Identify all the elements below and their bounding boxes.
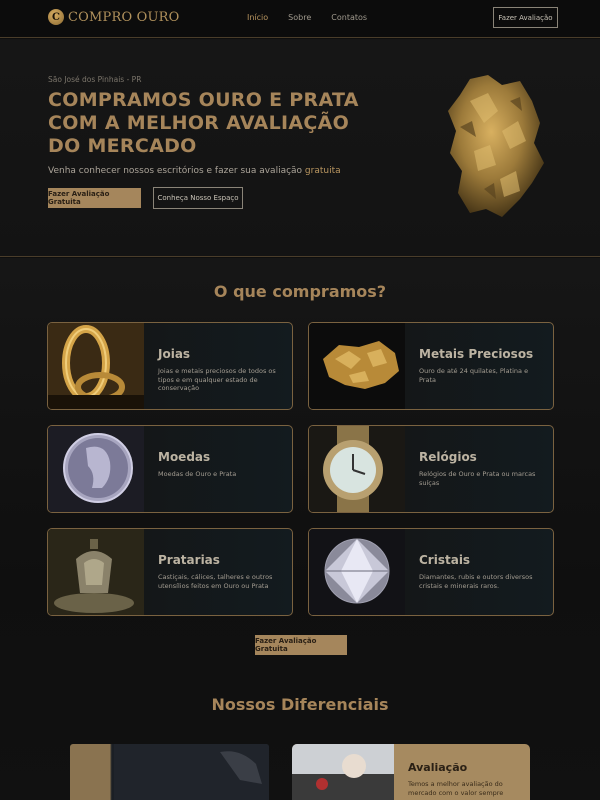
hero-subtitle-text: Venha conhecer nossos escritórios e faze…	[48, 166, 305, 176]
differentials-title: Nossos Diferenciais	[211, 695, 389, 714]
handshake-icon	[114, 744, 269, 800]
hero-location: São José dos Pinhais - PR	[48, 75, 142, 84]
hero-title-line: COM A MELHOR AVALIAÇÃO	[48, 112, 350, 134]
card-moedas[interactable]: Moedas Moedas de Ouro e Prata	[47, 425, 293, 513]
card-title: Moedas	[158, 450, 211, 464]
card-metais-preciosos[interactable]: Metais Preciosos Ouro de até 24 quilates…	[308, 322, 554, 410]
nav-link-inicio[interactable]: Início	[247, 13, 268, 22]
silver-coin-icon	[48, 426, 144, 512]
jeweler-evaluation-icon	[292, 744, 394, 800]
differential-card-left	[70, 744, 269, 800]
card-title: Relógios	[419, 450, 477, 464]
nav-link-sobre[interactable]: Sobre	[288, 13, 311, 22]
card-cristais[interactable]: Cristais Diamantes, rubis e outors diver…	[308, 528, 554, 616]
what-we-buy-title: O que compramos?	[213, 282, 387, 301]
hero-title-line: DO MERCADO	[48, 135, 197, 157]
hero-subtitle-highlight: gratuita	[304, 166, 341, 176]
card-description: Moedas de Ouro e Prata	[158, 470, 237, 478]
diamond-icon	[309, 529, 405, 615]
hero-title-line: COMPRAMOS OURO E PRATA	[48, 89, 359, 111]
nav-link-contatos[interactable]: Contatos	[331, 13, 367, 22]
card-title: Metais Preciosos	[419, 347, 534, 361]
card-pratarias[interactable]: Pratarias Castiçais, cálices, talheres e…	[47, 528, 293, 616]
differential-card-title: Avaliação	[408, 761, 468, 774]
card-description: Joias e metais preciosos de todos os tip…	[158, 367, 276, 392]
hero-title: COMPRAMOS OURO E PRATA COM A MELHOR AVAL…	[48, 89, 368, 158]
card-relogios[interactable]: Relógios Relógios de Ouro e Prata ou mar…	[308, 425, 554, 513]
card-joias[interactable]: Joias Joias e metais preciosos de todos …	[47, 322, 293, 410]
logo[interactable]: C COMPRO OURO	[48, 9, 180, 25]
card-description: Relógios de Ouro e Prata ou marcas suíça…	[419, 470, 536, 487]
hero-free-evaluation-button[interactable]: Fazer Avaliação Gratuita	[48, 188, 141, 208]
card-description: Castiçais, cálices, talheres e outros ut…	[158, 573, 273, 590]
nav-evaluation-button[interactable]: Fazer Avaliação	[493, 7, 558, 28]
nav-links: Início Sobre Contatos	[247, 13, 367, 22]
section-free-evaluation-button[interactable]: Fazer Avaliação Gratuita	[255, 635, 347, 655]
differential-card-description: Temos a melhor avaliação do mercado com …	[408, 780, 504, 797]
card-title: Pratarias	[158, 553, 220, 567]
silverware-icon	[48, 529, 144, 615]
navbar: C COMPRO OURO Início Sobre Contatos Faze…	[0, 0, 600, 38]
gold-nugget-icon	[448, 75, 544, 217]
gold-ring-icon	[48, 323, 144, 409]
card-description: Diamantes, rubis e outors diversos crist…	[419, 573, 533, 590]
card-description: Ouro de até 24 quilates, Platina e Prata	[419, 367, 529, 384]
logo-coin-icon: C	[48, 9, 64, 25]
hero-section: São José dos Pinhais - PR COMPRAMOS OURO…	[0, 39, 600, 257]
watch-icon	[309, 426, 405, 512]
differential-card-evaluation: Avaliação Temos a melhor avaliação do me…	[292, 744, 530, 800]
gold-ore-icon	[309, 323, 405, 409]
card-title: Joias	[158, 347, 191, 361]
card-title: Cristais	[419, 553, 471, 567]
hero-subtitle: Venha conhecer nossos escritórios e faze…	[48, 166, 341, 176]
hero-know-space-button[interactable]: Conheça Nosso Espaço	[153, 187, 243, 209]
logo-text: COMPRO OURO	[68, 9, 180, 25]
